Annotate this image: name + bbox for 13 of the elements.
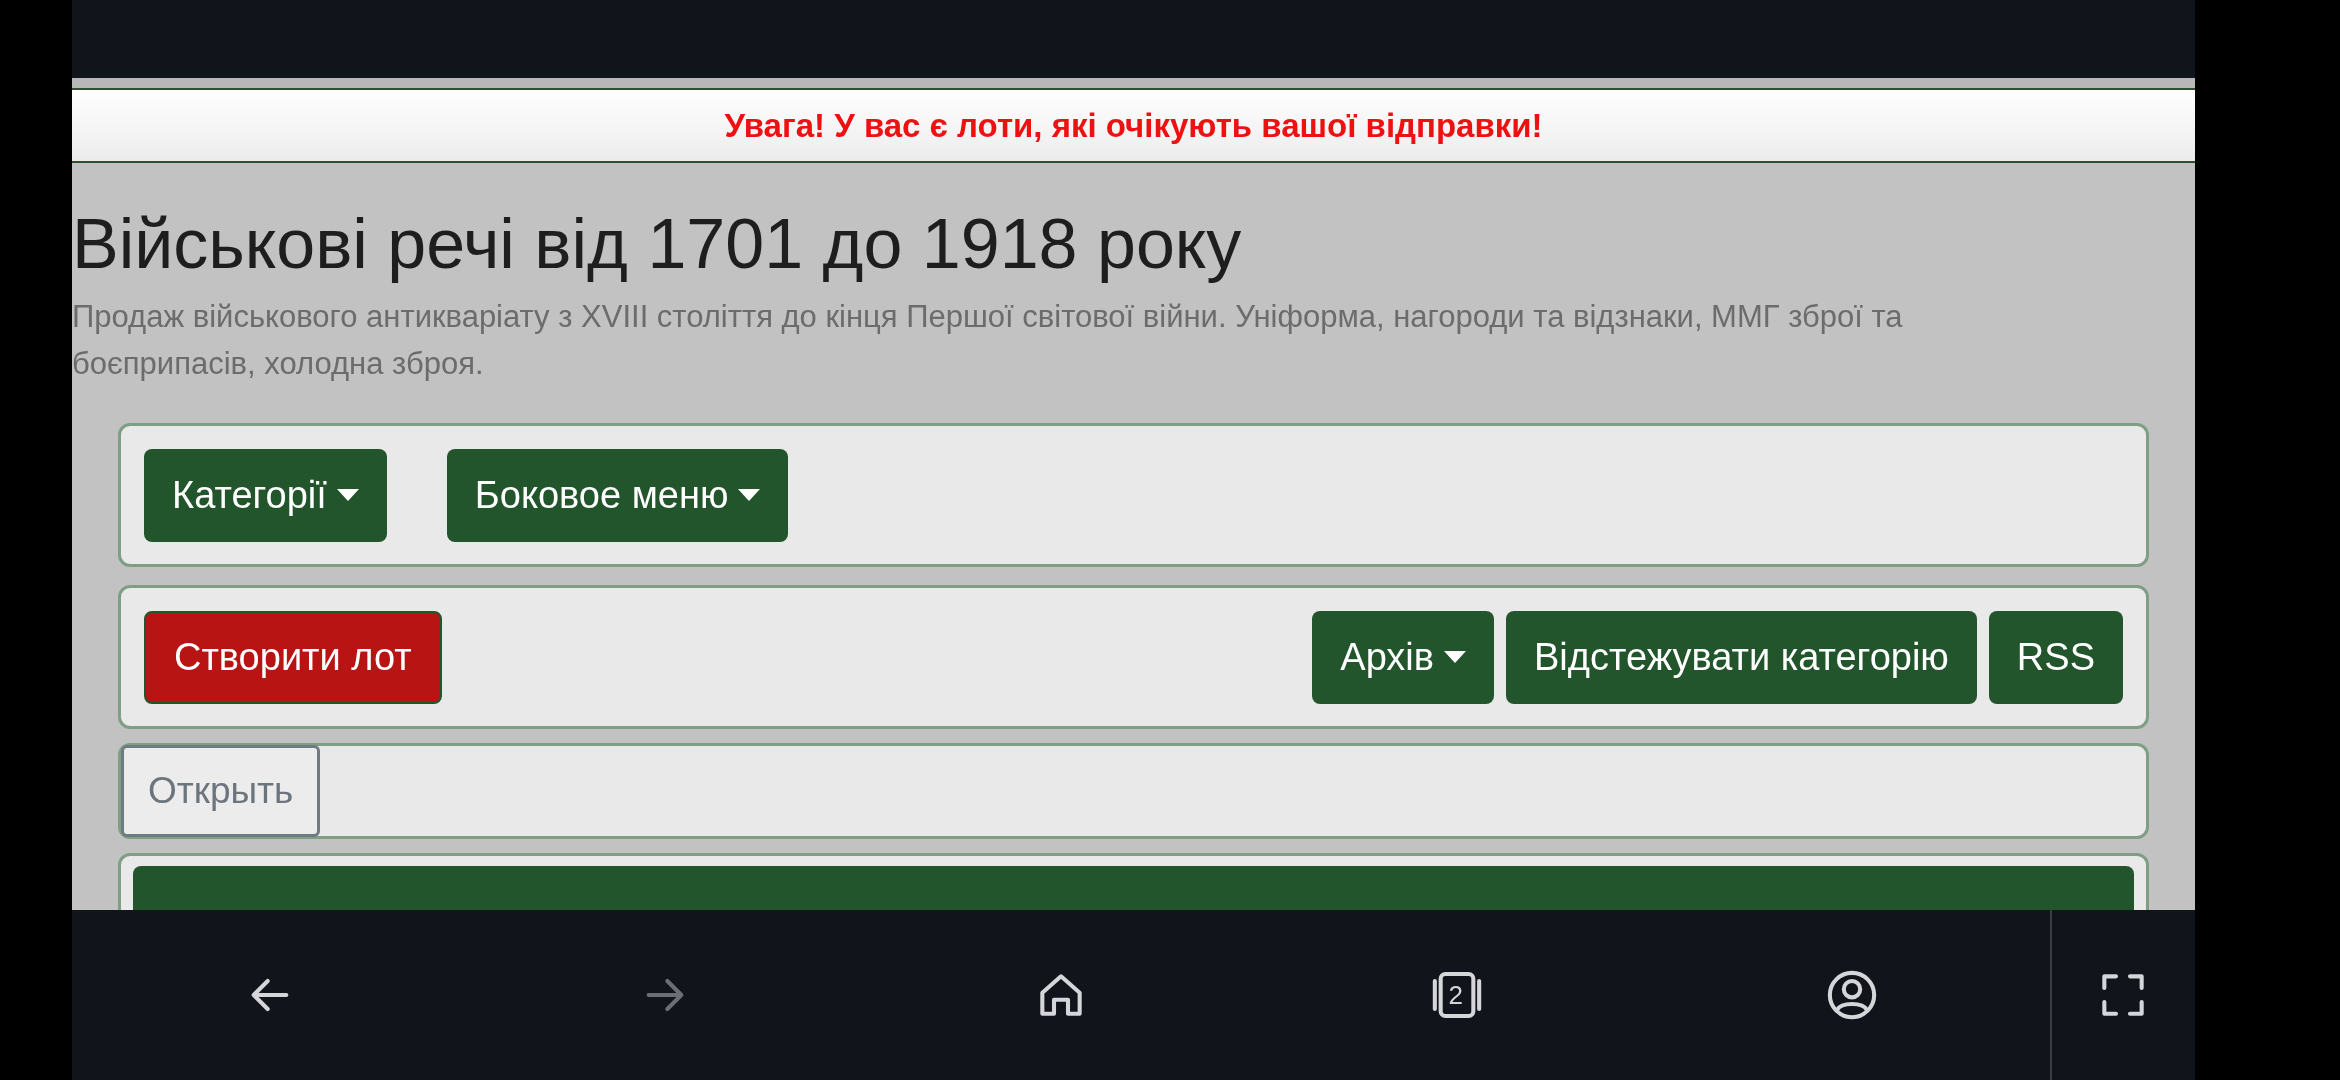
caret-icon — [738, 489, 761, 501]
dropdown-button[interactable]: Категорії — [144, 448, 387, 542]
caret-icon — [1444, 651, 1466, 663]
page-description: Продаж військового антикваріату з XVIII століття до кінця Першої світової війни. Уніформа, нагороди та відзнаки, ММГ зброї та боєприпасів, холодна зброя. — [72, 298, 1904, 383]
caret-icon — [336, 489, 359, 501]
dropdown-button[interactable]: Боковое меню — [446, 448, 789, 542]
open-button[interactable]: Открыть — [121, 745, 321, 837]
tab-count: 2 — [1448, 979, 1464, 1011]
action-button[interactable]: RSS — [1988, 610, 2123, 704]
dropdown-button[interactable]: Архів — [1312, 610, 1494, 704]
action-button[interactable]: Відстежувати категорію — [1506, 610, 1977, 704]
alert-message: Увага! У вас є лоти, які очікують вашої відправки! — [724, 105, 1543, 146]
action-button[interactable]: Створити лот — [144, 610, 442, 704]
